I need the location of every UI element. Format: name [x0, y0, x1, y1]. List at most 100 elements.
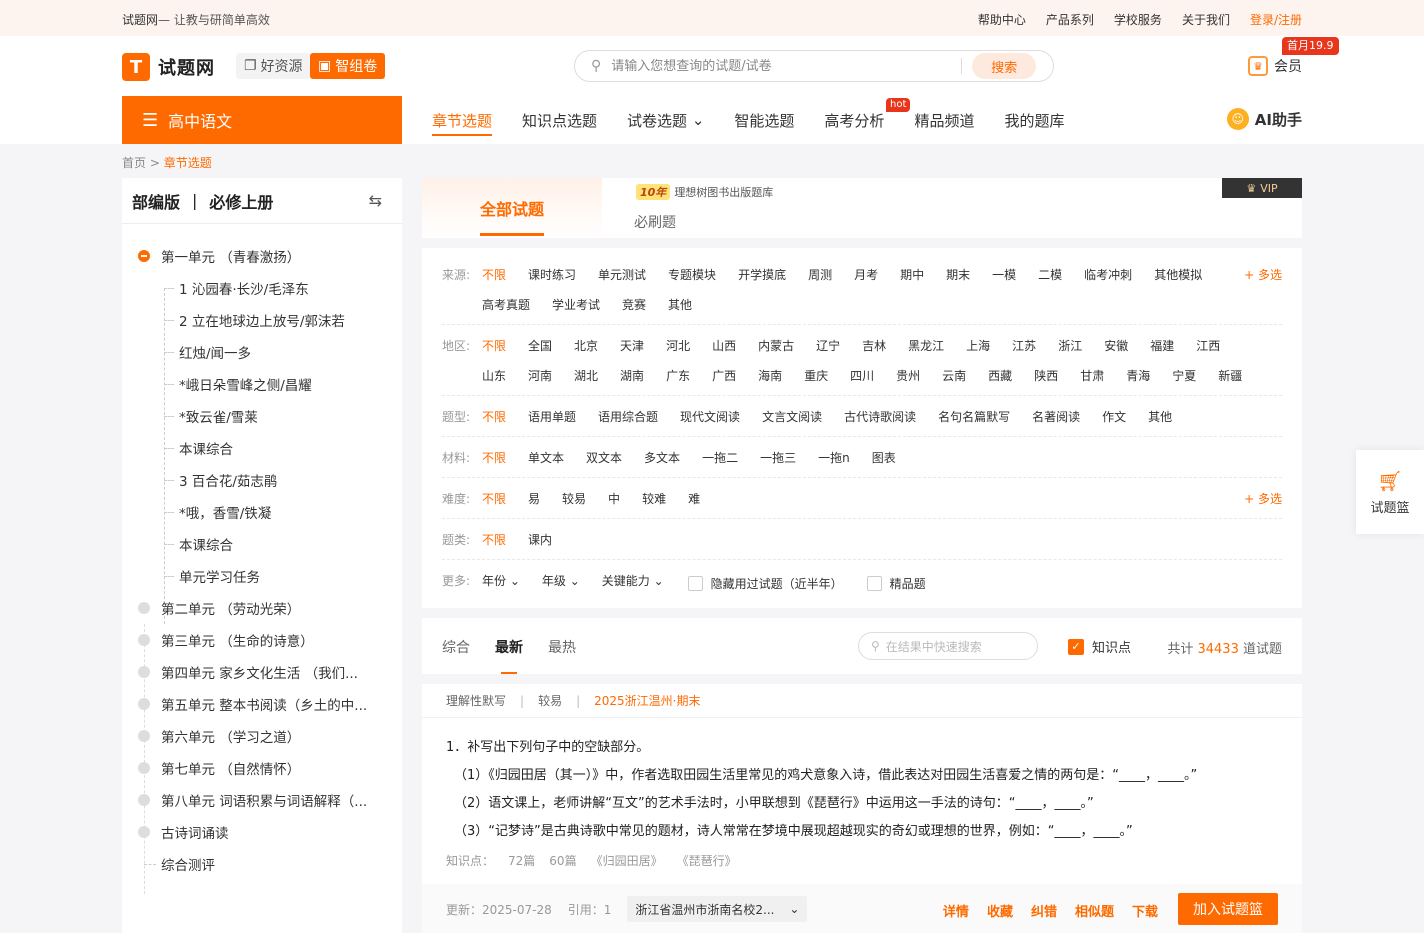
filter-option[interactable]: 单文本	[528, 443, 564, 477]
filter-option[interactable]: 名句名篇默写	[938, 402, 1010, 436]
filter-option[interactable]: 学业考试	[552, 290, 600, 320]
filter-option[interactable]: 语用综合题	[598, 402, 658, 436]
filter-option[interactable]: 甘肃	[1080, 361, 1104, 391]
filter-option[interactable]: 其他	[1148, 402, 1172, 436]
filter-option[interactable]: 一拖三	[760, 443, 796, 477]
filter-option[interactable]: 不限	[482, 260, 506, 290]
filter-option[interactable]: 单元测试	[598, 260, 646, 290]
filter-option[interactable]: 江苏	[1012, 331, 1036, 361]
filter-option[interactable]: 重庆	[804, 361, 828, 391]
filter-option[interactable]: 双文本	[586, 443, 622, 477]
good-resource-button[interactable]: ❐ 好资源	[236, 53, 311, 79]
lesson-item[interactable]: *哦，香雪/铁凝	[122, 496, 402, 528]
filter-option[interactable]: 辽宁	[816, 331, 840, 361]
filter-option[interactable]: 湖南	[620, 361, 644, 391]
favorite-button[interactable]: 收藏	[987, 901, 1013, 920]
filter-option[interactable]: 期中	[900, 260, 924, 290]
tab-mybank[interactable]: 我的题库	[1004, 96, 1064, 144]
filter-option[interactable]: 中	[608, 484, 620, 518]
filter-option[interactable]: 易	[528, 484, 540, 518]
filter-option[interactable]: 河北	[666, 331, 690, 361]
unit-4[interactable]: 第四单元 家乡文化生活 （我们...	[122, 656, 402, 688]
lesson-item[interactable]: *峨日朵雪峰之侧/昌耀	[122, 368, 402, 400]
filter-option[interactable]: 现代文阅读	[680, 402, 740, 436]
filter-option[interactable]: 新疆	[1218, 361, 1242, 391]
lesson-item[interactable]: 1 沁园春·长沙/毛泽东	[122, 272, 402, 304]
filter-option[interactable]: 开学摸底	[738, 260, 786, 290]
download-button[interactable]: 下载	[1132, 901, 1158, 920]
question-source[interactable]: 2025浙江温州·期末	[594, 692, 700, 709]
report-error-button[interactable]: 纠错	[1031, 901, 1057, 920]
filter-option[interactable]: 广东	[666, 361, 690, 391]
filter-option[interactable]: 海南	[758, 361, 782, 391]
tab-premium[interactable]: 精品频道	[914, 96, 974, 144]
search-button[interactable]: 搜索	[972, 53, 1037, 79]
expand-icon[interactable]	[138, 698, 150, 710]
switch-edition-icon[interactable]: ⇆	[369, 191, 382, 210]
multi-select-button[interactable]: + 多选	[1244, 260, 1282, 319]
filter-option[interactable]: 陕西	[1034, 361, 1058, 391]
filter-option[interactable]: 全国	[528, 331, 552, 361]
link-help[interactable]: 帮助中心	[978, 11, 1026, 28]
multi-select-button[interactable]: + 多选	[1244, 484, 1282, 518]
knowledge-tag[interactable]: 《归园田居》	[591, 852, 663, 869]
filter-option[interactable]: 文言文阅读	[762, 402, 822, 436]
expand-icon[interactable]	[138, 634, 150, 646]
filter-option[interactable]: 图表	[872, 443, 896, 477]
filter-option[interactable]: 贵州	[896, 361, 920, 391]
filter-option[interactable]: 宁夏	[1172, 361, 1196, 391]
filter-option[interactable]: 名著阅读	[1032, 402, 1080, 436]
lesson-item[interactable]: 2 立在地球边上放号/郭沫若	[122, 304, 402, 336]
ai-assistant-button[interactable]: ☺ AI助手	[1226, 108, 1302, 130]
filter-option[interactable]: 竞赛	[622, 290, 646, 320]
unit-8[interactable]: 第八单元 词语积累与词语解释（...	[122, 784, 402, 816]
tab-knowledge[interactable]: 知识点选题	[522, 96, 597, 144]
breadcrumb-home[interactable]: 首页	[122, 156, 146, 170]
question-basket[interactable]: 🛒︎ 试题篮	[1356, 450, 1424, 534]
lesson-item[interactable]: 3 百合花/茹志鹃	[122, 464, 402, 496]
unit-7[interactable]: 第七单元 （自然情怀）	[122, 752, 402, 784]
unit-5[interactable]: 第五单元 整本书阅读（乡土的中...	[122, 688, 402, 720]
tab-chapter[interactable]: 章节选题	[432, 96, 493, 144]
filter-option[interactable]: 广西	[712, 361, 736, 391]
filter-option[interactable]: 不限	[482, 443, 506, 477]
school-dropdown[interactable]: 浙江省温州市浙南名校2... ⌄	[627, 896, 808, 922]
detail-button[interactable]: 详情	[943, 901, 969, 920]
filter-option[interactable]: 一拖n	[818, 443, 850, 477]
filter-option[interactable]: 一模	[992, 260, 1016, 290]
subject-selector[interactable]: ☰ 高中语文	[122, 96, 402, 144]
link-products[interactable]: 产品系列	[1046, 11, 1094, 28]
hide-used-checkbox[interactable]: 隐藏用过试题（近半年）	[687, 566, 843, 601]
filter-option[interactable]: 吉林	[862, 331, 886, 361]
expand-icon[interactable]	[138, 730, 150, 742]
filter-option[interactable]: 高考真题	[482, 290, 530, 320]
ability-dropdown[interactable]: 关键能力 ⌄	[602, 566, 664, 601]
knowledge-point-toggle[interactable]: ✓ 知识点	[1068, 637, 1131, 656]
filter-option[interactable]: 不限	[482, 484, 506, 518]
filter-option[interactable]: 专题模块	[668, 260, 716, 290]
similar-button[interactable]: 相似题	[1075, 901, 1114, 920]
sort-comprehensive[interactable]: 综合	[442, 637, 470, 657]
unit-comprehensive-test[interactable]: 综合测评	[122, 848, 402, 880]
unit-6[interactable]: 第六单元 （学习之道）	[122, 720, 402, 752]
filter-option[interactable]: 云南	[942, 361, 966, 391]
filter-option[interactable]: 安徽	[1104, 331, 1128, 361]
filter-option[interactable]: 不限	[482, 331, 506, 361]
grade-dropdown[interactable]: 年级 ⌄	[542, 566, 580, 601]
filter-option[interactable]: 期末	[946, 260, 970, 290]
filter-option[interactable]: 二模	[1038, 260, 1062, 290]
filter-option[interactable]: 西藏	[988, 361, 1012, 391]
filter-option[interactable]: 课内	[528, 525, 552, 559]
filter-option[interactable]: 浙江	[1058, 331, 1082, 361]
filter-option[interactable]: 其他模拟	[1154, 260, 1202, 290]
collapse-icon[interactable]	[138, 250, 150, 262]
question-body[interactable]: 1．补写出下列句子中的空缺部分。 （1）《归园田居（其一）》中，作者选取田园生活…	[422, 718, 1302, 846]
tab-smart[interactable]: 智能选题	[734, 96, 794, 144]
expand-icon[interactable]	[138, 666, 150, 678]
filter-option[interactable]: 古代诗歌阅读	[844, 402, 916, 436]
filter-option[interactable]: 其他	[668, 290, 692, 320]
expand-icon[interactable]	[138, 602, 150, 614]
filter-option[interactable]: 河南	[528, 361, 552, 391]
year-dropdown[interactable]: 年份 ⌄	[482, 566, 520, 601]
filter-option[interactable]: 上海	[966, 331, 990, 361]
